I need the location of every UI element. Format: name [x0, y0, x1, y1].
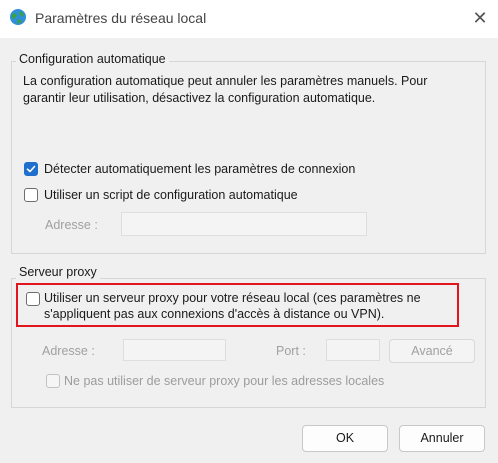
- dialog-body: Configuration automatique La configurati…: [0, 38, 498, 463]
- advanced-button[interactable]: Avancé: [389, 339, 475, 363]
- ok-button[interactable]: OK: [302, 425, 388, 452]
- auto-config-group-title: Configuration automatique: [16, 52, 169, 66]
- proxy-address-label: Adresse :: [42, 344, 95, 358]
- use-proxy-checkbox[interactable]: [26, 292, 40, 306]
- auto-config-script-checkbox[interactable]: [24, 188, 38, 202]
- use-proxy-label-line1[interactable]: Utiliser un serveur proxy pour votre rés…: [44, 290, 421, 307]
- auto-config-script-label[interactable]: Utiliser un script de configuration auto…: [44, 187, 298, 204]
- script-address-label: Adresse :: [45, 218, 98, 232]
- bypass-local-checkbox[interactable]: [46, 374, 60, 388]
- bypass-local-label[interactable]: Ne pas utiliser de serveur proxy pour le…: [64, 373, 384, 390]
- proxy-address-input[interactable]: [123, 339, 226, 361]
- detect-settings-checkbox[interactable]: [24, 162, 38, 176]
- network-globe-icon: [10, 9, 26, 25]
- title-bar: Paramètres du réseau local ✕: [0, 0, 498, 38]
- auto-config-description-2: garantir leur utilisation, désactivez la…: [23, 91, 376, 105]
- cancel-button[interactable]: Annuler: [399, 425, 485, 452]
- detect-settings-label[interactable]: Détecter automatiquement les paramètres …: [44, 161, 355, 178]
- proxy-port-input[interactable]: [326, 339, 380, 361]
- checkmark-icon: [26, 165, 36, 173]
- proxy-port-label: Port :: [276, 344, 306, 358]
- use-proxy-label-line2[interactable]: s'appliquent pas aux connexions d'accès …: [44, 306, 384, 323]
- auto-config-description-1: La configuration automatique peut annule…: [23, 74, 428, 88]
- window-title: Paramètres du réseau local: [35, 10, 207, 26]
- script-address-input[interactable]: [121, 212, 367, 236]
- proxy-group-title: Serveur proxy: [16, 265, 100, 279]
- close-icon[interactable]: ✕: [468, 6, 492, 30]
